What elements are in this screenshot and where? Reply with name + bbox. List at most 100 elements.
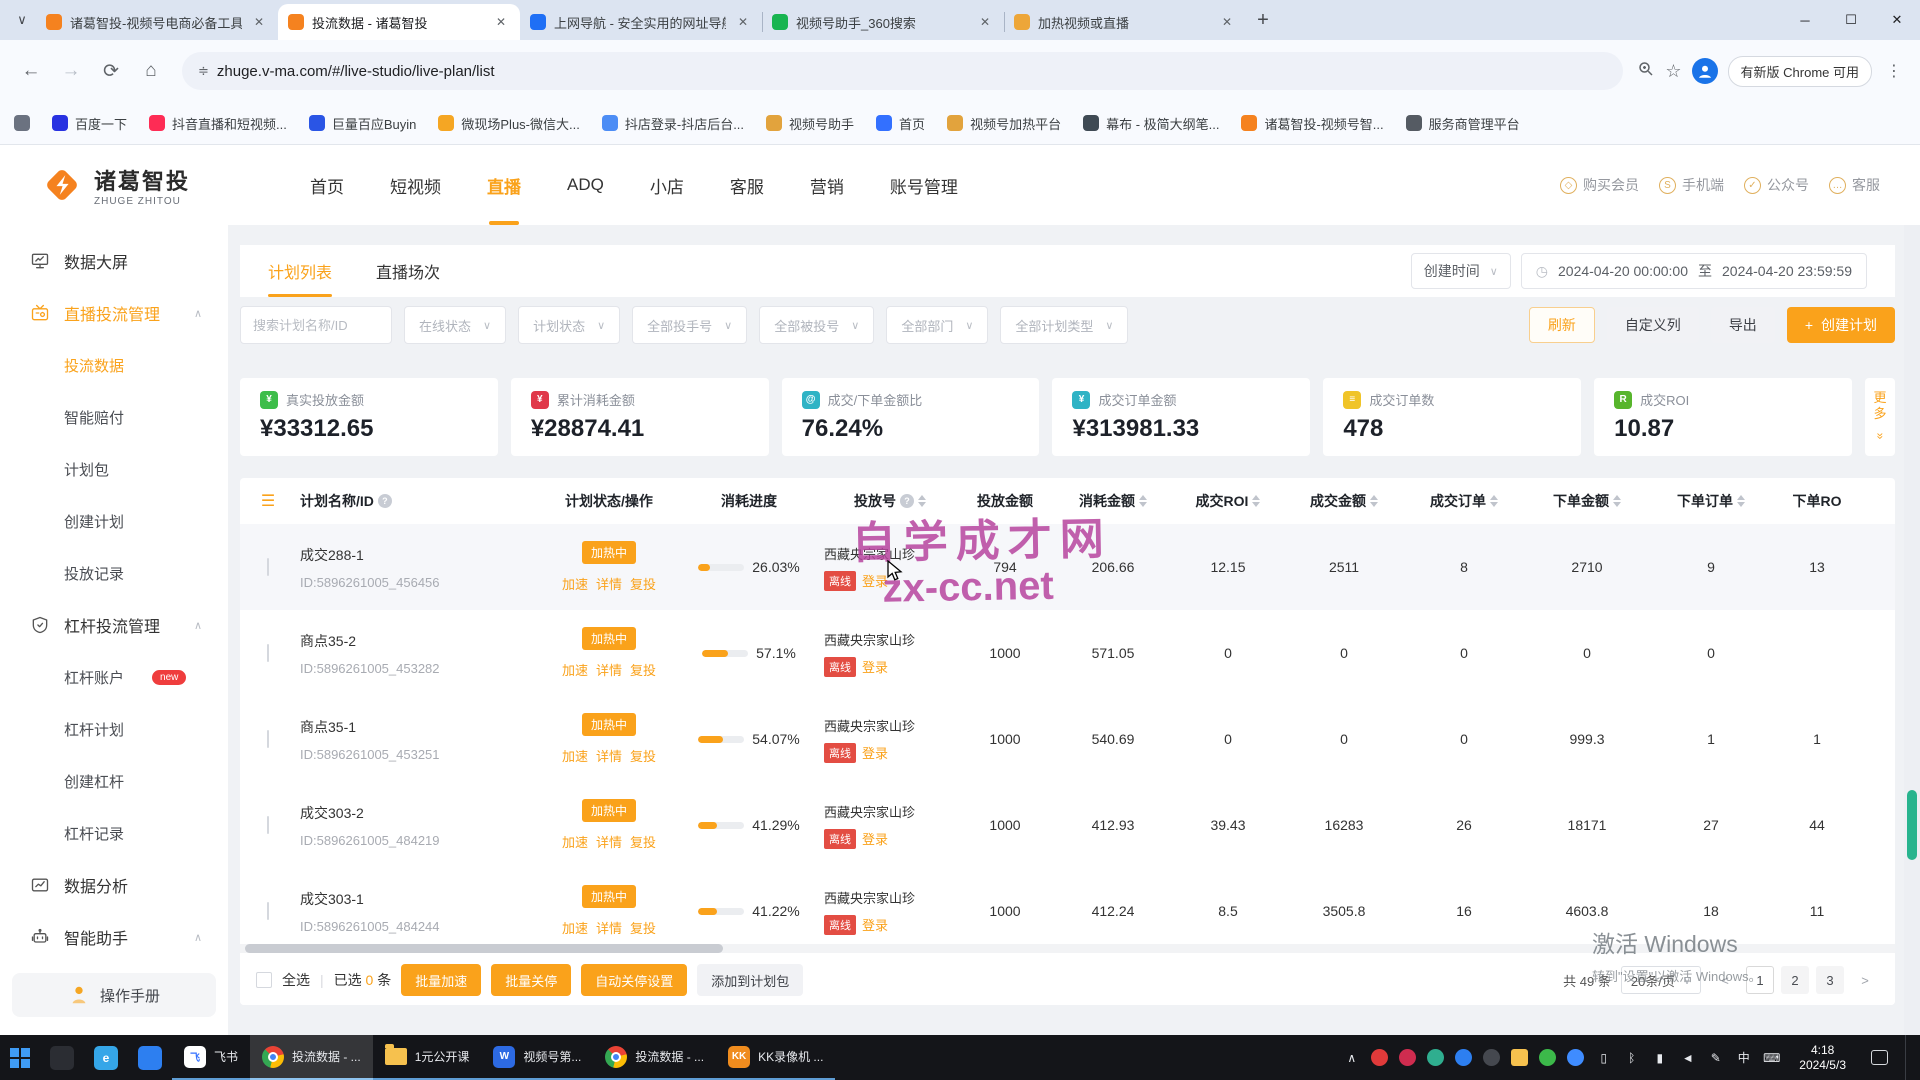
sort-icon[interactable]: [1370, 495, 1378, 507]
sidebar-item-创建杠杆[interactable]: 创建杠杆: [0, 755, 228, 807]
tray-app-red[interactable]: [1371, 1049, 1388, 1066]
page-button-2[interactable]: 2: [1781, 966, 1809, 994]
app-nav-账号管理[interactable]: 账号管理: [890, 145, 958, 225]
row-checkbox[interactable]: [267, 558, 269, 576]
op-link-加速[interactable]: 加速: [562, 918, 588, 937]
browser-tab[interactable]: 投流数据 - 诸葛智投✕: [278, 4, 520, 40]
filter-dropdown-全部被投号[interactable]: 全部被投号∨: [759, 306, 874, 344]
tab-计划列表[interactable]: 计划列表: [268, 245, 332, 297]
browser-tab[interactable]: 加热视频或直播✕: [1004, 4, 1246, 40]
bookmark-buyin[interactable]: 巨量百应Buyin: [309, 114, 417, 133]
sidebar-item-计划包[interactable]: 计划包: [0, 443, 228, 495]
batch-stop-button[interactable]: 批量关停: [491, 964, 571, 996]
sidebar-item-投流数据[interactable]: 投流数据: [0, 339, 228, 391]
bookmark-star-icon[interactable]: ☆: [1665, 61, 1681, 82]
bookmark-channels-helper[interactable]: 视频号助手: [766, 114, 854, 133]
column-header-计划名称/ID[interactable]: 计划名称/ID?: [296, 491, 544, 511]
minimize-button[interactable]: ─: [1782, 0, 1828, 40]
column-header-下单金额[interactable]: 下单金额: [1524, 491, 1650, 511]
back-icon[interactable]: ←: [14, 54, 48, 88]
chrome-update-chip[interactable]: 有新版 Chrome 可用: [1728, 56, 1872, 87]
app-nav-营销[interactable]: 营销: [810, 145, 844, 225]
login-link[interactable]: 登录: [862, 657, 888, 676]
sort-icon[interactable]: [1737, 495, 1745, 507]
tray-app-crimson[interactable]: [1399, 1049, 1416, 1066]
column-header-成交订单[interactable]: 成交订单: [1404, 491, 1524, 511]
taskbar-chrome-2[interactable]: 投流数据 - ...: [593, 1035, 716, 1080]
app-nav-首页[interactable]: 首页: [310, 145, 344, 225]
sort-icon[interactable]: [1139, 495, 1147, 507]
tray-expand-icon[interactable]: ∧: [1343, 1049, 1360, 1066]
export-button[interactable]: 导出: [1711, 307, 1775, 343]
page-size-select[interactable]: 20条/页 ∨: [1621, 966, 1701, 994]
op-link-复投[interactable]: 复投: [630, 660, 656, 679]
sidebar-item-数据大屏[interactable]: 数据大屏: [0, 235, 228, 287]
volume-icon[interactable]: ◄: [1679, 1049, 1696, 1066]
op-link-详情[interactable]: 详情: [596, 574, 622, 593]
op-link-加速[interactable]: 加速: [562, 832, 588, 851]
op-link-详情[interactable]: 详情: [596, 660, 622, 679]
op-link-加速[interactable]: 加速: [562, 574, 588, 593]
tray-app-blue[interactable]: [1455, 1049, 1472, 1066]
refresh-button[interactable]: 刷新: [1529, 307, 1595, 343]
sidebar-item-数据分析[interactable]: 数据分析: [0, 859, 228, 911]
forward-icon[interactable]: →: [54, 54, 88, 88]
taskbar-kk-recorder[interactable]: KKKK录像机 ...: [716, 1035, 835, 1080]
op-link-详情[interactable]: 详情: [596, 746, 622, 765]
tab-close-icon[interactable]: ✕: [976, 13, 994, 31]
buy-membership-link[interactable]: ◇购买会员: [1560, 175, 1639, 195]
sidebar-item-直播投流管理[interactable]: 直播投流管理∧: [0, 287, 228, 339]
show-desktop-button[interactable]: [1905, 1035, 1910, 1080]
support-link[interactable]: …客服: [1829, 175, 1880, 195]
op-link-复投[interactable]: 复投: [630, 918, 656, 937]
tab-close-icon[interactable]: ✕: [492, 13, 510, 31]
sidebar-item-智能助手[interactable]: 智能助手∧: [0, 911, 228, 963]
op-link-详情[interactable]: 详情: [596, 832, 622, 851]
sidebar-item-智能赔付[interactable]: 智能赔付: [0, 391, 228, 443]
vertical-scrollbar-thumb[interactable]: [1907, 790, 1917, 860]
start-button[interactable]: [0, 1035, 40, 1080]
page-button-1[interactable]: 1: [1746, 966, 1774, 994]
notification-center-icon[interactable]: [1871, 1050, 1888, 1065]
sidebar-item-创建计划[interactable]: 创建计划: [0, 495, 228, 547]
sort-icon[interactable]: [1490, 495, 1498, 507]
sort-icon[interactable]: [1613, 495, 1621, 507]
official-account-link[interactable]: ✓公众号: [1744, 175, 1809, 195]
sidebar-item-杠杆记录[interactable]: 杠杆记录: [0, 807, 228, 859]
maximize-button[interactable]: ☐: [1828, 0, 1874, 40]
sidebar-item-投放记录[interactable]: 投放记录: [0, 547, 228, 599]
app-nav-客服[interactable]: 客服: [730, 145, 764, 225]
taskbar-feishu[interactable]: 飞飞书: [172, 1035, 250, 1080]
column-menu-icon[interactable]: ☰: [240, 491, 296, 511]
dark-app-icon[interactable]: [40, 1035, 84, 1080]
create-plan-button[interactable]: + 创建计划: [1787, 307, 1895, 343]
bluetooth-icon[interactable]: ᛒ: [1623, 1049, 1640, 1066]
prev-page-button[interactable]: <: [1711, 966, 1739, 994]
row-checkbox[interactable]: [267, 816, 269, 834]
pen-icon[interactable]: ✎: [1707, 1049, 1724, 1066]
column-header-消耗进度[interactable]: 消耗进度: [674, 491, 824, 511]
column-header-成交金额[interactable]: 成交金额: [1284, 491, 1404, 511]
date-range-picker[interactable]: ◷ 2024-04-20 00:00:00 至 2024-04-20 23:59…: [1521, 253, 1867, 289]
bookmark-doudian[interactable]: 抖店登录-抖店后台...: [602, 114, 744, 133]
app-nav-小店[interactable]: 小店: [650, 145, 684, 225]
bookmark-douyin[interactable]: 抖音直播和短视频...: [149, 114, 287, 133]
customize-columns-button[interactable]: 自定义列: [1607, 307, 1699, 343]
reload-icon[interactable]: ⟳: [94, 54, 128, 88]
row-checkbox[interactable]: [267, 730, 269, 748]
tray-app-dark[interactable]: [1483, 1049, 1500, 1066]
app-nav-直播[interactable]: 直播: [487, 145, 521, 225]
tab-search-icon[interactable]: ∨: [8, 12, 36, 28]
op-link-复投[interactable]: 复投: [630, 574, 656, 593]
browser-tab[interactable]: 上网导航 - 安全实用的网址导航✕: [520, 4, 762, 40]
sidebar-item-杠杆计划[interactable]: 杠杆计划: [0, 703, 228, 755]
add-to-package-button[interactable]: 添加到计划包: [697, 964, 803, 996]
tab-close-icon[interactable]: ✕: [250, 13, 268, 31]
browser-tab[interactable]: 视频号助手_360搜索✕: [762, 4, 1004, 40]
auto-stop-button[interactable]: 自动关停设置: [581, 964, 687, 996]
column-header-消耗金额[interactable]: 消耗金额: [1054, 491, 1172, 511]
microphone-icon[interactable]: ▯: [1595, 1049, 1612, 1066]
bookmark-mubu[interactable]: 幕布 - 极简大纲笔...: [1083, 114, 1219, 133]
profile-avatar[interactable]: [1692, 58, 1718, 84]
login-link[interactable]: 登录: [862, 915, 888, 934]
